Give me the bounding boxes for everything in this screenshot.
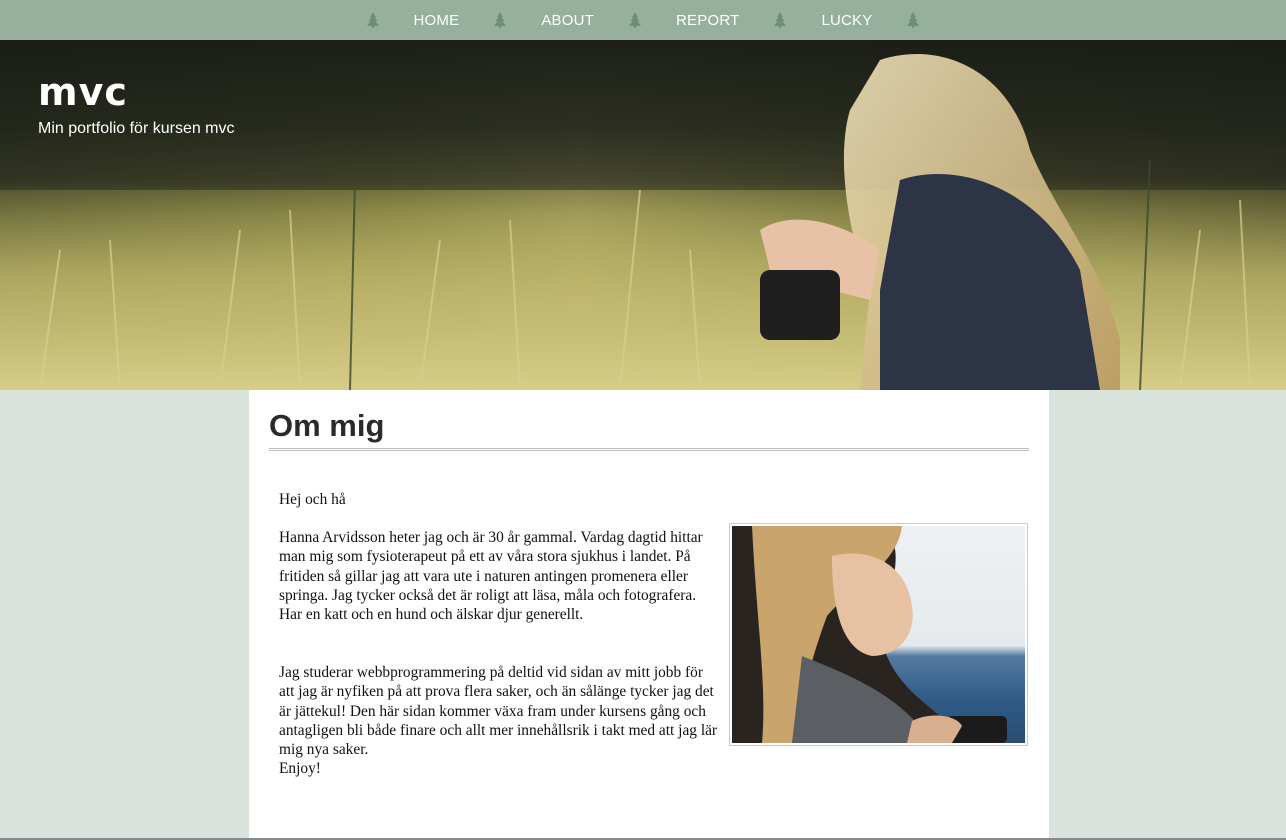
hero-photo-illustration — [0, 40, 1286, 390]
site-subtitle: Min portfolio för kursen mvc — [38, 120, 235, 137]
tree-icon — [773, 11, 787, 29]
about-paragraph-1: Hanna Arvidsson heter jag och är 30 år g… — [279, 529, 703, 624]
nav-home-link[interactable]: HOME — [414, 12, 460, 29]
nav-lucky-link[interactable]: LUCKY — [821, 12, 872, 29]
page-title: Om mig — [269, 408, 385, 443]
tree-icon — [493, 11, 507, 29]
closing-text: Enjoy! — [279, 760, 321, 777]
profile-photo-frame — [729, 523, 1028, 746]
greeting-text: Hej och hå — [279, 491, 346, 508]
nav-about-link[interactable]: ABOUT — [541, 12, 594, 29]
tree-icon — [628, 11, 642, 29]
about-paragraph-2: Jag studerar webbprogrammering på deltid… — [279, 664, 718, 759]
hero-banner-image: mvc Min portfolio för kursen mvc — [0, 40, 1286, 390]
title-divider — [269, 448, 1029, 451]
profile-photo — [732, 526, 1025, 743]
nav-items: HOME ABOUT REPORT LUCKY — [366, 11, 921, 29]
main-content: Om mig Hej och hå Hanna Arvidsson heter … — [249, 390, 1049, 840]
nav-report-link[interactable]: REPORT — [676, 12, 739, 29]
site-title: mvc — [38, 70, 128, 114]
top-navigation: HOME ABOUT REPORT LUCKY — [0, 0, 1286, 40]
tree-icon — [366, 11, 380, 29]
tree-icon — [906, 11, 920, 29]
